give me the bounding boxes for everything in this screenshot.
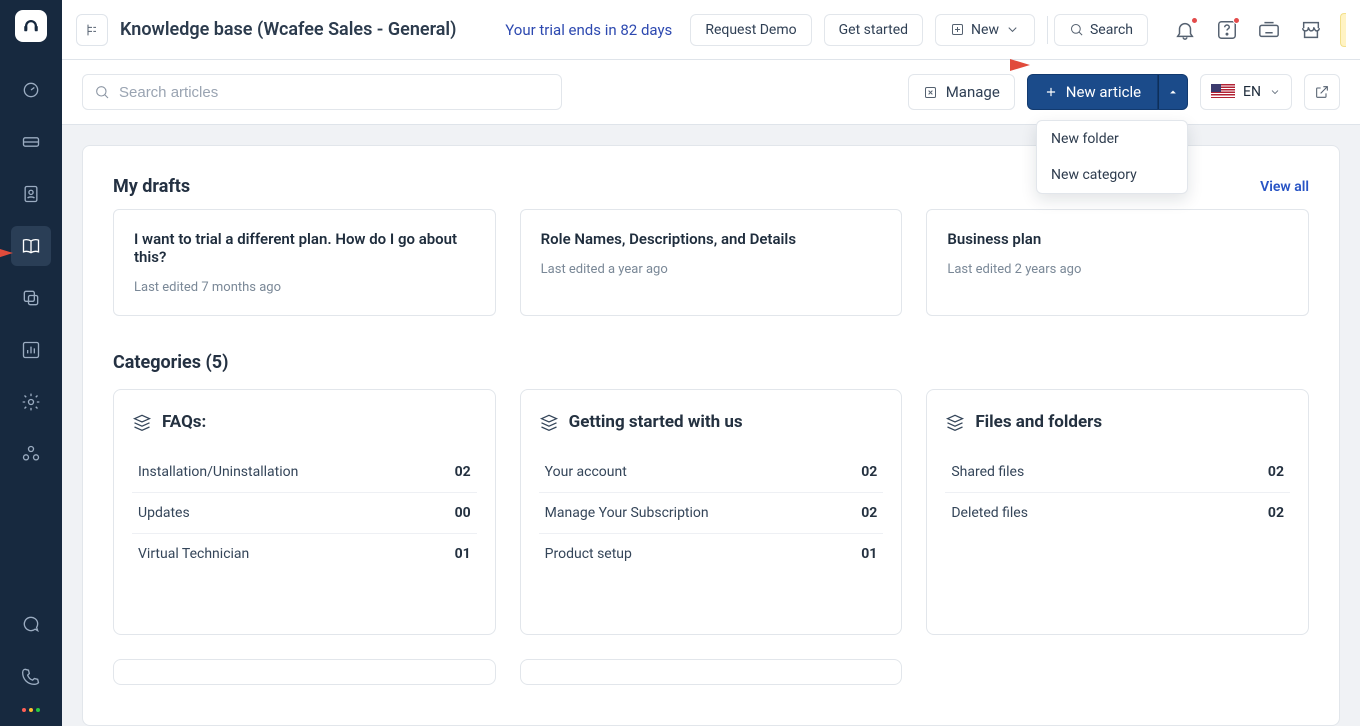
nav-reports-icon[interactable] — [11, 330, 51, 370]
announcement-indicator — [1340, 13, 1346, 47]
draft-card[interactable]: Role Names, Descriptions, and Details La… — [520, 209, 903, 316]
get-started-button[interactable]: Get started — [824, 14, 923, 46]
nav-dashboard-icon[interactable] — [11, 70, 51, 110]
category-card — [113, 659, 496, 685]
new-article-label: New article — [1066, 83, 1141, 101]
nav-chat-icon[interactable] — [11, 604, 51, 644]
menu-new-folder[interactable]: New folder — [1037, 121, 1187, 157]
nav-social-icon[interactable] — [11, 278, 51, 318]
draft-card[interactable]: Business plan Last edited 2 years ago — [926, 209, 1309, 316]
page-title: Knowledge base (Wcafee Sales - General) — [120, 19, 456, 40]
category-folder-item[interactable]: Manage Your Subscription02 — [539, 493, 884, 534]
new-article-dropdown-menu: New folder New category — [1036, 120, 1188, 194]
nav-tickets-icon[interactable] — [11, 122, 51, 162]
marketplace-icon[interactable] — [1294, 13, 1328, 47]
draft-title: Business plan — [947, 230, 1288, 248]
help-badge — [1233, 17, 1240, 24]
category-folder-item[interactable]: Your account02 — [539, 452, 884, 493]
global-search-label: Search — [1090, 22, 1133, 38]
keyboard-icon[interactable] — [1252, 13, 1286, 47]
nav-contacts-icon[interactable] — [11, 174, 51, 214]
manage-button[interactable]: Manage — [908, 74, 1015, 110]
nav-knowledge-base-icon[interactable] — [11, 226, 51, 266]
category-stack-icon — [945, 412, 965, 432]
notifications-icon[interactable] — [1168, 13, 1202, 47]
drafts-heading: My drafts — [113, 176, 190, 197]
flag-us-icon — [1211, 84, 1235, 100]
side-rail — [0, 0, 62, 726]
categories-heading: Categories (5) — [113, 352, 1309, 373]
brand-logo — [15, 10, 47, 42]
category-card: Getting started with us Your account02 M… — [520, 389, 903, 635]
category-folder-item[interactable]: Deleted files02 — [945, 493, 1290, 533]
help-icon[interactable] — [1210, 13, 1244, 47]
topbar: Knowledge base (Wcafee Sales - General) … — [62, 0, 1360, 60]
category-stack-icon — [132, 412, 152, 432]
category-folder-item[interactable]: Product setup01 — [539, 534, 884, 574]
request-demo-button[interactable]: Request Demo — [690, 14, 811, 46]
menu-new-category[interactable]: New category — [1037, 157, 1187, 193]
nav-team-icon[interactable] — [11, 434, 51, 474]
apps-menu-icon[interactable] — [22, 708, 40, 712]
nav-phone-icon[interactable] — [11, 656, 51, 696]
draft-meta: Last edited a year ago — [541, 262, 882, 277]
manage-button-label: Manage — [946, 83, 1000, 101]
category-card — [520, 659, 903, 685]
global-search-button[interactable]: Search — [1054, 14, 1148, 46]
draft-meta: Last edited 2 years ago — [947, 262, 1288, 277]
category-title: Files and folders — [975, 412, 1102, 432]
trial-notice[interactable]: Your trial ends in 82 days — [505, 21, 672, 39]
category-title: Getting started with us — [569, 412, 743, 432]
new-button[interactable]: New — [935, 14, 1035, 46]
toolbar: Manage New article New folder — [62, 60, 1360, 125]
search-articles-input[interactable] — [82, 74, 562, 110]
category-stack-icon — [539, 412, 559, 432]
draft-title: Role Names, Descriptions, and Details — [541, 230, 882, 248]
new-button-label: New — [971, 22, 999, 38]
category-folder-item[interactable]: Installation/Uninstallation02 — [132, 452, 477, 493]
draft-title: I want to trial a different plan. How do… — [134, 230, 475, 266]
new-article-splitbutton: New article — [1027, 74, 1188, 110]
search-icon — [94, 84, 110, 100]
nav-settings-icon[interactable] — [11, 382, 51, 422]
view-all-drafts-link[interactable]: View all — [1260, 179, 1309, 195]
language-label: EN — [1243, 84, 1261, 100]
language-selector[interactable]: EN — [1200, 74, 1292, 110]
open-portal-button[interactable] — [1304, 74, 1340, 110]
new-article-caret-button[interactable] — [1158, 74, 1188, 110]
category-folder-item[interactable]: Updates00 — [132, 493, 477, 534]
category-card: FAQs: Installation/Uninstallation02 Upda… — [113, 389, 496, 635]
category-folder-item[interactable]: Shared files02 — [945, 452, 1290, 493]
category-title: FAQs: — [162, 412, 206, 432]
new-article-button[interactable]: New article — [1027, 74, 1158, 110]
category-tree-toggle[interactable] — [76, 14, 108, 46]
category-folder-item[interactable]: Virtual Technician01 — [132, 534, 477, 574]
draft-meta: Last edited 7 months ago — [134, 280, 475, 295]
draft-card[interactable]: I want to trial a different plan. How do… — [113, 209, 496, 316]
notification-badge — [1191, 17, 1198, 24]
category-card: Files and folders Shared files02 Deleted… — [926, 389, 1309, 635]
